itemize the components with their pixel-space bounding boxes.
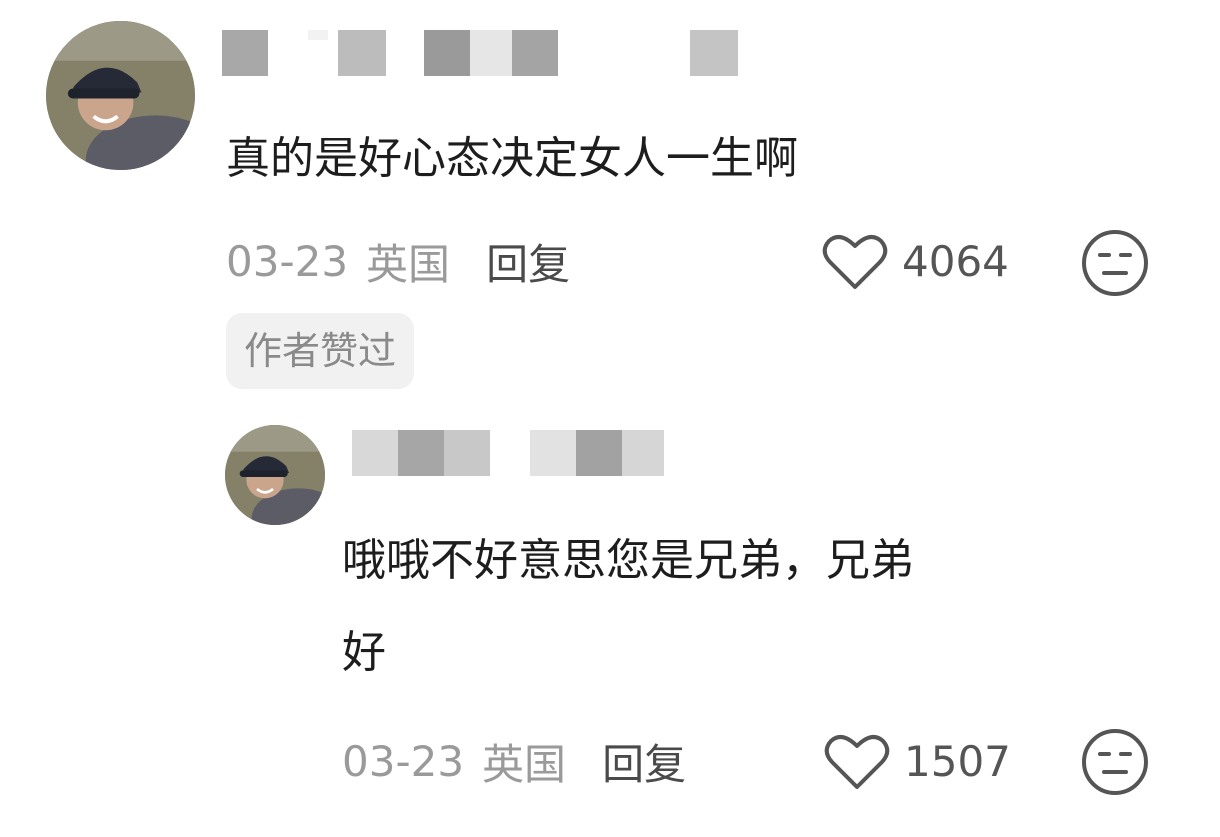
comment-meta: 03-23 英国 回复 — [226, 230, 570, 292]
reply-button[interactable]: 回复 — [486, 231, 570, 292]
username-blurred[interactable] — [222, 30, 738, 76]
like-count: 4064 — [902, 236, 1009, 286]
author-liked-badge: 作者赞过 — [226, 313, 415, 389]
reply-text-line-2: 好 — [342, 627, 386, 678]
like-button[interactable]: 4064 — [822, 230, 1009, 292]
user-avatar-photo — [46, 21, 195, 170]
avatar[interactable] — [225, 425, 325, 525]
heart-outline-icon — [822, 235, 888, 289]
comment-date: 03-23 — [226, 236, 349, 286]
comment-item: 真的是好心态决定女人一生啊 03-23 英国 回复 4064 作者赞过 — [0, 0, 1220, 400]
comment-location: 英国 — [482, 739, 567, 789]
expressionless-face-icon[interactable] — [1080, 228, 1150, 298]
like-count: 1507 — [904, 736, 1011, 786]
reply-comment-item: 哦哦不好意思您是兄弟，兄弟 好 03-23 英国 回复 1507 — [0, 400, 1220, 837]
reply-button[interactable]: 回复 — [602, 731, 686, 792]
comment-location: 英国 — [366, 239, 451, 289]
heart-outline-icon — [824, 735, 890, 789]
like-button[interactable]: 1507 — [824, 730, 1011, 792]
comment-meta: 03-23 英国 回复 — [342, 730, 686, 792]
comment-text: 真的是好心态决定女人一生啊 — [226, 133, 798, 184]
avatar[interactable] — [46, 21, 195, 170]
expressionless-face-icon[interactable] — [1080, 727, 1150, 797]
user-avatar-photo — [225, 425, 325, 525]
username-blurred[interactable] — [352, 430, 664, 476]
comment-date: 03-23 — [342, 736, 465, 786]
reply-text-line-1: 哦哦不好意思您是兄弟，兄弟 — [342, 535, 914, 586]
